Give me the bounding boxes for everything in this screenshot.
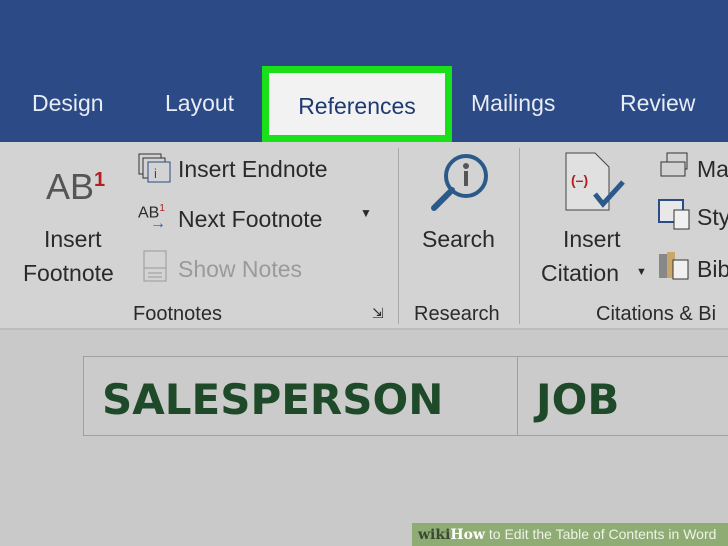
divider [519,148,520,324]
search-label: Search [422,226,495,252]
chevron-down-icon[interactable]: ▼ [360,206,372,220]
watermark: wikiHow to Edit the Table of Contents in… [412,523,728,546]
cell-divider [517,357,518,435]
insert-endnote-label: Insert Endnote [178,156,328,182]
insert-citation-icon: (–) [565,152,625,211]
bibliography-label: Bib [697,256,728,282]
tab-mailings[interactable]: Mailings [471,90,555,117]
insert-footnote-label: Footnote [23,260,114,286]
tab-review[interactable]: Review [620,90,695,117]
manage-sources-icon [660,152,688,177]
show-notes-icon [143,250,167,282]
table-cell[interactable]: SALESPERSON [102,375,443,424]
svg-text:i: i [154,166,157,181]
divider [398,148,399,324]
svg-text:(–): (–) [571,172,588,188]
tab-references-label: References [298,93,416,119]
bibliography-icon [659,252,689,280]
style-label: Sty [697,204,728,230]
tab-layout[interactable]: Layout [165,90,234,117]
manage-sources-label: Ma [697,156,728,182]
table-cell[interactable]: JOB [536,375,619,424]
insert-footnote-label: Insert [44,226,102,252]
dialog-launcher-icon[interactable]: ⇲ [372,305,384,322]
next-footnote-label: Next Footnote [178,206,323,232]
next-footnote-icon: AB1 → [138,203,166,232]
search-info-icon [431,154,488,211]
insert-footnote-icon: AB1 [46,166,106,207]
group-label-citations: Citations & Bi [596,303,717,325]
table-row: SALESPERSON JOB [83,356,728,436]
chevron-down-icon: ▼ [636,266,647,278]
group-label-footnotes: Footnotes [133,303,222,325]
tab-references[interactable]: References [262,66,452,142]
tab-design[interactable]: Design [32,90,104,117]
style-book-icon [658,199,690,230]
insert-citation-label: Citation [541,260,619,286]
group-label-research: Research [414,303,500,325]
show-notes-label: Show Notes [178,256,303,282]
insert-citation-label: Insert [563,226,621,252]
insert-endnote-icon: i [138,153,171,183]
